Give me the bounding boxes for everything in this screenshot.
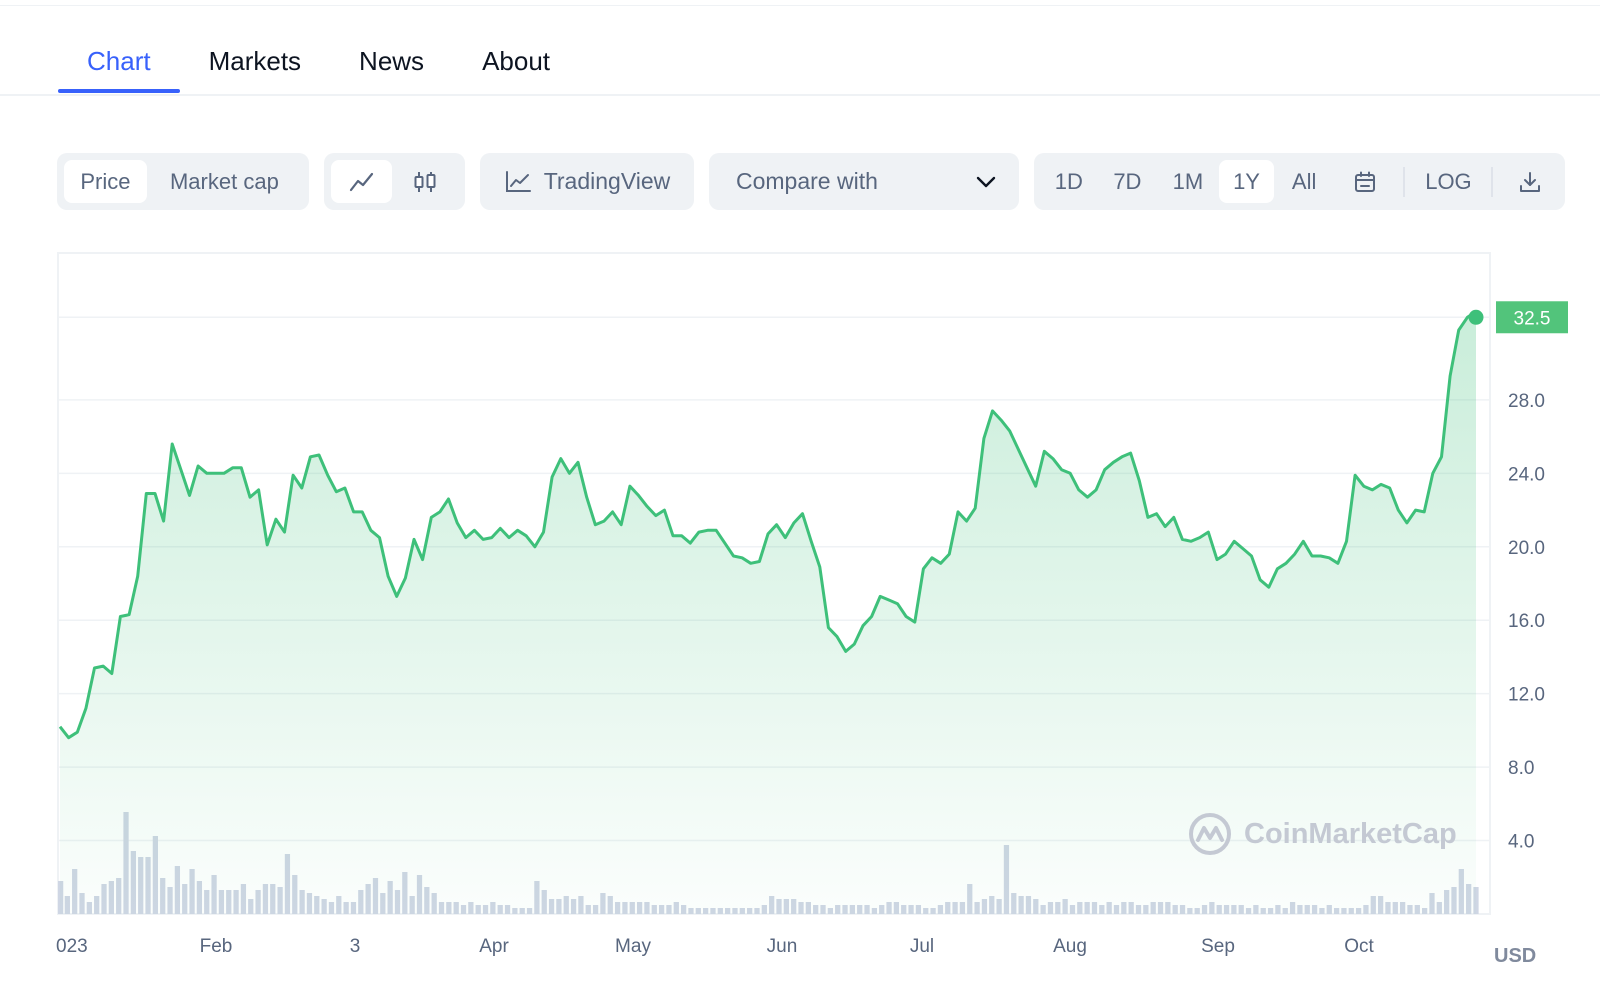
candlestick-icon [414, 171, 436, 192]
price-chart[interactable]: 4.0 8.0 12.0 16.0 20.0 24.0 28.0 023 Feb 3 Apr May… [0, 240, 1600, 1000]
log-toggle[interactable]: LOG [1413, 160, 1483, 203]
chart-type-toggle [324, 153, 465, 210]
x-tick-label: Jul [910, 936, 934, 957]
currency-label: USD [1494, 945, 1537, 967]
line-chart-button[interactable] [331, 160, 392, 203]
tab-markets[interactable]: Markets [180, 30, 330, 91]
y-tick-label: 8.0 [1508, 758, 1534, 779]
compare-label: Compare with [736, 168, 878, 194]
last-price-label: 32.5 [1514, 308, 1551, 329]
tradingview-inner: TradingView [504, 160, 671, 203]
x-tick-label: Feb [200, 936, 233, 957]
y-tick-label: 12.0 [1508, 685, 1545, 706]
y-tick-label: 4.0 [1508, 832, 1534, 853]
x-tick-label: 3 [350, 936, 361, 957]
download-button[interactable] [1501, 160, 1559, 203]
x-tick-label: Oct [1344, 936, 1374, 957]
range-1d[interactable]: 1D [1040, 160, 1098, 203]
candlestick-button[interactable] [392, 160, 458, 203]
tradingview-button[interactable]: TradingView [480, 153, 694, 210]
chart-svg: 4.0 8.0 12.0 16.0 20.0 24.0 28.0 023 Feb 3 Apr May… [56, 252, 1568, 957]
last-price-dot [1468, 309, 1484, 325]
y-tick-label: 24.0 [1508, 464, 1545, 485]
x-tick-label: Apr [479, 936, 509, 957]
tradingview-icon [505, 170, 531, 192]
top-border [0, 5, 1600, 6]
coinmarketcap-watermark: CoinMarketCap [1188, 812, 1457, 856]
compare-dropdown[interactable]: Compare with [709, 153, 1019, 210]
calendar-button[interactable] [1334, 160, 1396, 203]
range-1m[interactable]: 1M [1157, 160, 1219, 203]
coinmarketcap-logo-icon [1189, 813, 1231, 855]
tradingview-label: TradingView [543, 168, 671, 194]
y-tick-label: 20.0 [1508, 538, 1545, 559]
tab-about[interactable]: About [453, 30, 579, 91]
tab-news[interactable]: News [330, 30, 453, 91]
y-tick-label: 16.0 [1508, 611, 1545, 632]
download-icon [1520, 171, 1541, 192]
range-all[interactable]: All [1274, 160, 1334, 203]
range-7d[interactable]: 7D [1098, 160, 1158, 203]
metric-toggle: Price Market cap [57, 153, 309, 210]
calendar-icon [1354, 171, 1375, 192]
x-tick-label: 023 [56, 936, 88, 957]
range-1y[interactable]: 1Y [1218, 160, 1275, 203]
range-divider [1403, 166, 1406, 197]
chevron-down-icon [976, 176, 996, 187]
tab-bar: Chart Markets News About [58, 30, 579, 93]
y-tick-label: 28.0 [1508, 391, 1545, 412]
price-button[interactable]: Price [64, 160, 147, 203]
x-tick-label: May [615, 936, 651, 957]
tab-chart[interactable]: Chart [58, 30, 180, 93]
x-tick-label: Sep [1201, 936, 1235, 957]
range-selector: 1D 7D 1M 1Y All LOG [1034, 153, 1565, 210]
x-tick-label: Jun [767, 936, 798, 957]
tabs-divider [0, 94, 1600, 96]
log-divider [1491, 166, 1494, 197]
market-cap-button[interactable]: Market cap [147, 160, 302, 203]
x-tick-label: Aug [1053, 936, 1087, 957]
line-chart-icon [349, 172, 373, 191]
watermark-text: CoinMarketCap [1244, 817, 1457, 850]
